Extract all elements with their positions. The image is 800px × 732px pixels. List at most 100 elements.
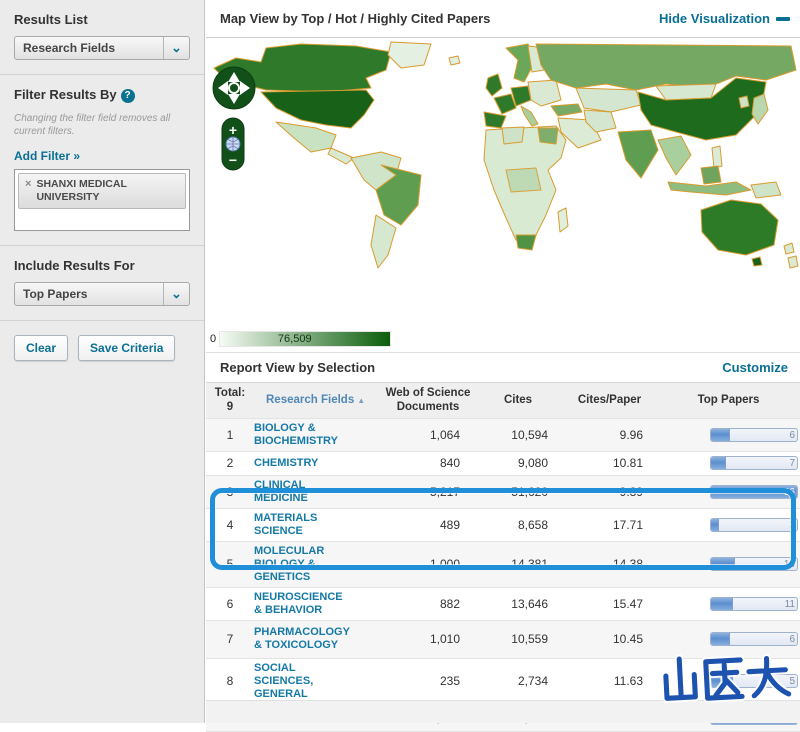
- column-header-cites[interactable]: Cites: [474, 394, 562, 408]
- clear-button[interactable]: Clear: [14, 335, 68, 361]
- remove-filter-icon[interactable]: ×: [25, 178, 31, 204]
- top-papers-bar: 3: [710, 518, 798, 532]
- cites-per-paper-value: 17.71: [562, 518, 657, 532]
- table-row: 3 CLINICAL MEDICINE 5,217 51,620 9.89 56: [206, 476, 800, 509]
- cites-per-paper-value: 11.63: [562, 674, 657, 688]
- world-map[interactable]: + − 0 76,509: [206, 39, 800, 331]
- row-rank: 6: [206, 597, 254, 611]
- zoom-out-icon: −: [229, 152, 237, 168]
- column-header-cites-per-paper[interactable]: Cites/Paper: [562, 394, 657, 408]
- docs-value: 489: [382, 518, 474, 532]
- watermark-calligraphy: [652, 644, 797, 711]
- map-pan-control[interactable]: [213, 67, 255, 109]
- map-view-title: Map View by Top / Hot / Highly Cited Pap…: [220, 11, 490, 26]
- total-count: Total: 9: [206, 387, 254, 415]
- column-header-research-fields[interactable]: Research Fields▲: [254, 394, 382, 408]
- table-row: 5 MOLECULAR BIOLOGY & GENETICS 1,000 14,…: [206, 542, 800, 588]
- legend-max-value: 76,509: [278, 333, 312, 345]
- field-link[interactable]: CHEMISTRY: [254, 454, 351, 473]
- docs-value: 882: [382, 597, 474, 611]
- cites-per-paper-value: 14.38: [562, 557, 657, 571]
- row-rank: 1: [206, 428, 254, 442]
- top-papers-value: 6: [789, 429, 795, 442]
- docs-value: 1,010: [382, 632, 474, 646]
- docs-value: 1,064: [382, 428, 474, 442]
- chevron-down-icon[interactable]: ⌄: [163, 37, 189, 59]
- field-link[interactable]: MOLECULAR BIOLOGY & GENETICS: [254, 542, 351, 587]
- docs-value: 840: [382, 456, 474, 470]
- cites-value: 2,734: [474, 674, 562, 688]
- top-papers-bar: 7: [710, 456, 798, 470]
- sidebar: Results List Research Fields ⌄ Filter Re…: [0, 0, 205, 723]
- table-header-row: Total: 9 Research Fields▲ Web of Science…: [206, 382, 800, 419]
- row-rank: 4: [206, 518, 254, 532]
- results-list-section: Results List Research Fields ⌄: [0, 0, 204, 75]
- field-link[interactable]: MATERIALS SCIENCE: [254, 509, 351, 541]
- filter-box: × SHANXI MEDICAL UNIVERSITY: [14, 169, 190, 231]
- add-filter-link[interactable]: Add Filter »: [14, 149, 80, 163]
- row-rank: 7: [206, 632, 254, 646]
- zoom-in-icon: +: [229, 122, 237, 138]
- results-list-dropdown[interactable]: Research Fields ⌄: [14, 36, 190, 60]
- filter-help-text: Changing the filter field removes all cu…: [14, 112, 190, 139]
- include-section: Include Results For Top Papers ⌄: [0, 246, 204, 321]
- include-results-dropdown[interactable]: Top Papers ⌄: [14, 282, 190, 306]
- column-header-top-papers[interactable]: Top Papers: [657, 394, 800, 408]
- include-section-title: Include Results For: [14, 258, 190, 273]
- field-link[interactable]: SOCIAL SCIENCES, GENERAL: [254, 659, 351, 704]
- row-rank: 3: [206, 485, 254, 499]
- world-map-svg[interactable]: + −: [206, 39, 800, 331]
- results-list-selected: Research Fields: [15, 41, 115, 55]
- cites-value: 14,381: [474, 557, 562, 571]
- row-rank: 8: [206, 674, 254, 688]
- report-view-title: Report View by Selection: [220, 360, 375, 375]
- results-list-title: Results List: [14, 12, 190, 27]
- top-papers-value: 7: [789, 457, 795, 470]
- field-link[interactable]: BIOLOGY & BIOCHEMISTRY: [254, 419, 351, 451]
- docs-value: 235: [382, 674, 474, 688]
- field-link[interactable]: NEUROSCIENCE & BEHAVIOR: [254, 588, 351, 620]
- field-link[interactable]: PHARMACOLOGY & TOXICOLOGY: [254, 623, 351, 655]
- filter-chip-label: SHANXI MEDICAL UNIVERSITY: [36, 178, 166, 204]
- cites-value: 10,594: [474, 428, 562, 442]
- top-papers-value: 10: [784, 558, 795, 571]
- map-zoom-control[interactable]: + −: [222, 118, 244, 170]
- cites-per-paper-value: 9.96: [562, 428, 657, 442]
- legend-min-value: 0: [210, 333, 216, 345]
- hide-visualization-link[interactable]: Hide Visualization: [659, 11, 790, 26]
- top-papers-value: 56: [784, 486, 795, 499]
- docs-value: 5,217: [382, 485, 474, 499]
- include-results-selected: Top Papers: [15, 287, 87, 301]
- row-rank: 5: [206, 557, 254, 571]
- table-row: 6 NEUROSCIENCE & BEHAVIOR 882 13,646 15.…: [206, 588, 800, 621]
- save-criteria-button[interactable]: Save Criteria: [78, 335, 175, 361]
- map-view-header: Map View by Top / Hot / Highly Cited Pap…: [206, 0, 800, 38]
- help-icon[interactable]: ?: [121, 89, 135, 103]
- field-link[interactable]: CLINICAL MEDICINE: [254, 476, 351, 508]
- filter-section-title: Filter Results By?: [14, 87, 190, 103]
- sidebar-buttons: Clear Save Criteria: [0, 321, 204, 375]
- main-panel: Map View by Top / Hot / Highly Cited Pap…: [206, 0, 800, 723]
- filter-section: Filter Results By? Changing the filter f…: [0, 75, 204, 246]
- cites-value: 10,559: [474, 632, 562, 646]
- cites-value: 51,620: [474, 485, 562, 499]
- table-row: 2 CHEMISTRY 840 9,080 10.81 7: [206, 452, 800, 476]
- legend-gradient-bar: 76,509: [219, 331, 391, 347]
- table-row: 4 MATERIALS SCIENCE 489 8,658 17.71 3: [206, 509, 800, 542]
- top-papers-bar: 11: [710, 597, 798, 611]
- top-papers-bar: 6: [710, 428, 798, 442]
- top-papers-bar: 10: [710, 557, 798, 571]
- row-rank: 2: [206, 456, 254, 470]
- cites-per-paper-value: 9.89: [562, 485, 657, 499]
- top-papers-value: 3: [789, 519, 795, 532]
- table-row: 1 BIOLOGY & BIOCHEMISTRY 1,064 10,594 9.…: [206, 419, 800, 452]
- report-view-header: Report View by Selection Customize: [206, 352, 800, 382]
- docs-value: 1,000: [382, 557, 474, 571]
- top-papers-bar: 56: [710, 485, 798, 499]
- customize-link[interactable]: Customize: [722, 360, 788, 375]
- minus-icon: [776, 17, 790, 21]
- chevron-down-icon[interactable]: ⌄: [163, 283, 189, 305]
- column-header-documents[interactable]: Web of Science Documents: [382, 387, 474, 415]
- filter-chip[interactable]: × SHANXI MEDICAL UNIVERSITY: [18, 173, 186, 209]
- cites-value: 8,658: [474, 518, 562, 532]
